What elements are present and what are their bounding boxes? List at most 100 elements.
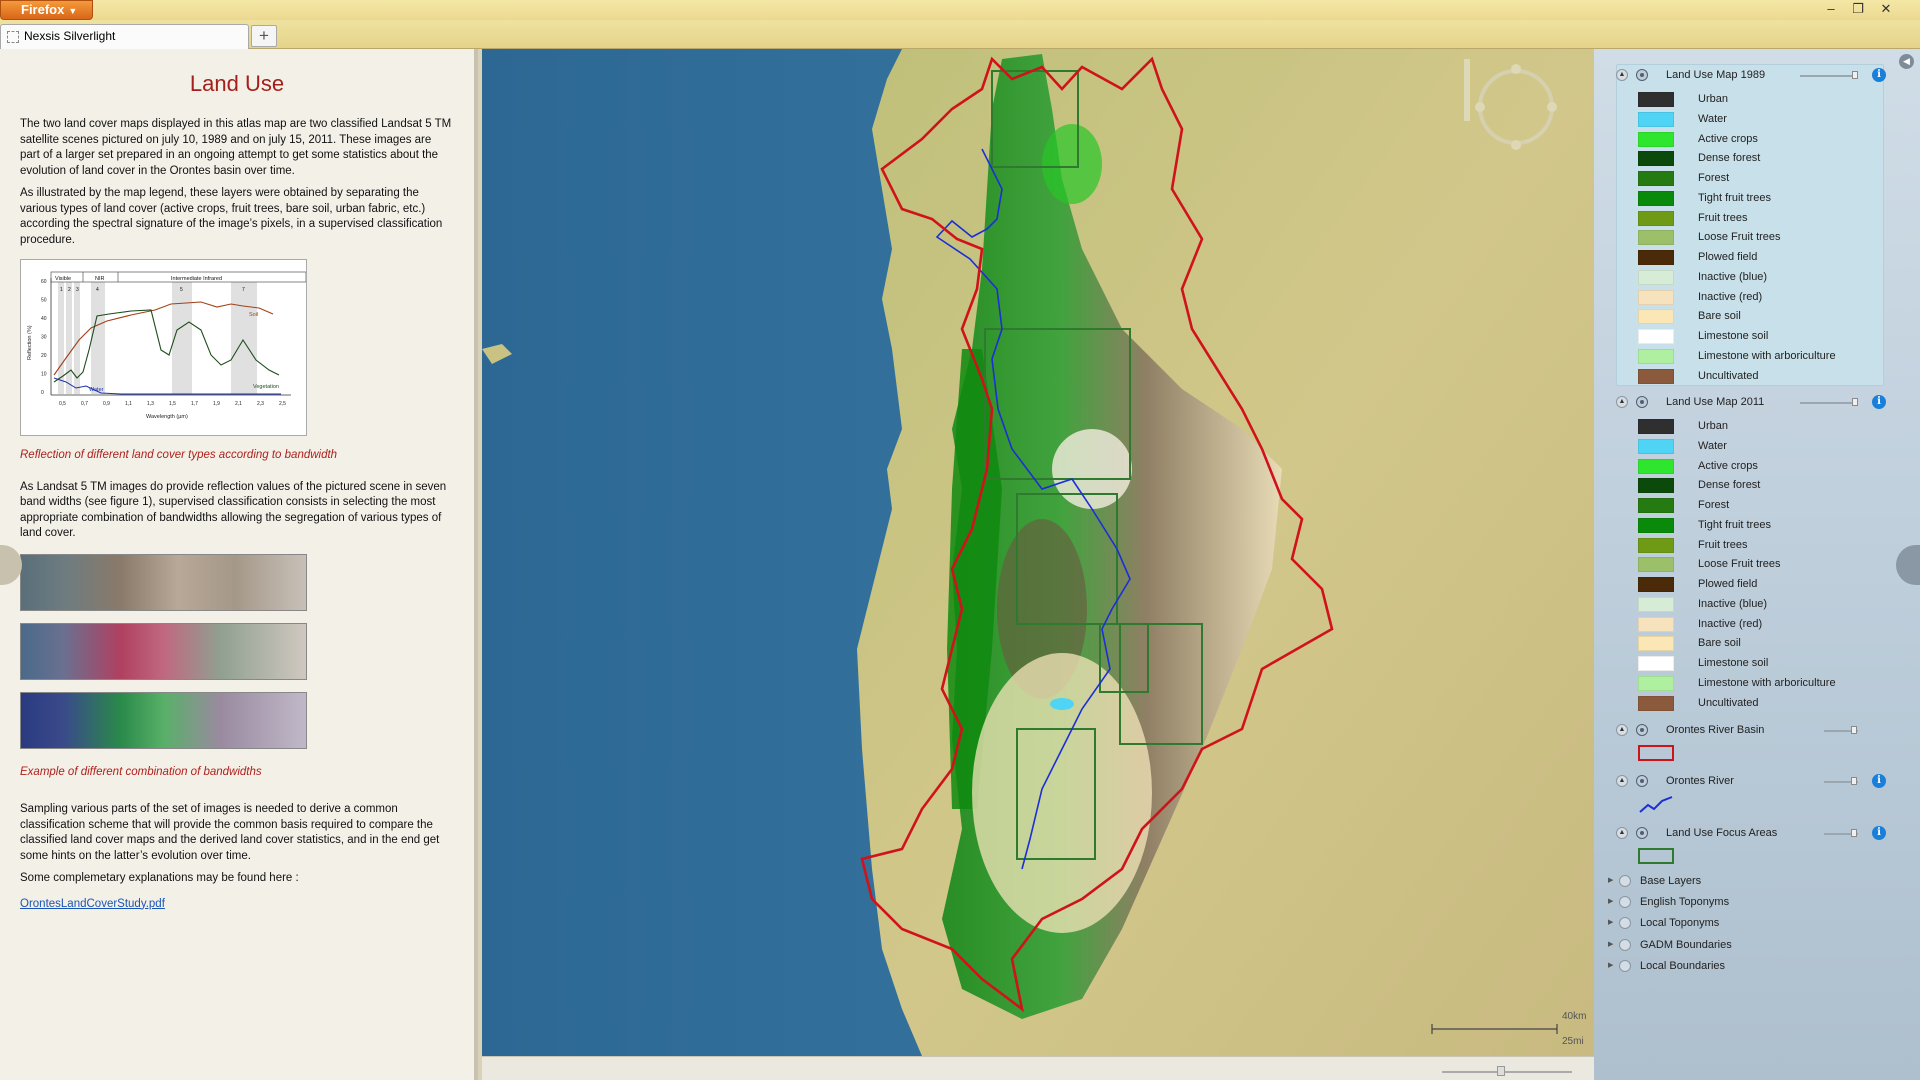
visibility-eye-icon[interactable] — [1635, 827, 1649, 839]
map-view[interactable]: 40km 25mi — [482, 49, 1594, 1056]
legend-swatch — [1638, 289, 1674, 305]
layer-group-label: Base Layers — [1640, 875, 1702, 887]
band-7 — [231, 278, 257, 394]
expand-arrow-icon[interactable]: ▶ — [1608, 876, 1613, 884]
y-tick-label: 50 — [41, 298, 47, 304]
band-number: 4 — [96, 287, 99, 293]
reflectance-chart: Visible NIR Intermediate Infrared 1 2 3 … — [21, 260, 307, 435]
band-number: 5 — [180, 287, 183, 293]
legend-swatch — [1638, 636, 1674, 652]
legend-swatch — [1638, 250, 1674, 265]
minimize-button[interactable]: – — [1818, 0, 1844, 18]
opacity-slider-2011[interactable] — [1800, 402, 1854, 404]
basin-symbol — [1638, 745, 1674, 761]
layer-group-icon — [1619, 896, 1631, 909]
zoom-slider-thumb[interactable] — [1497, 1066, 1505, 1076]
info-icon[interactable]: i — [1872, 395, 1886, 409]
browser-tab[interactable]: Nexsis Silverlight — [0, 24, 249, 49]
restore-button[interactable]: ❐ — [1845, 0, 1871, 18]
legend-label: Plowed field — [1698, 578, 1758, 590]
info-panel: Land Use The two land cover maps display… — [0, 49, 478, 1080]
opacity-slider-knob[interactable] — [1851, 829, 1857, 837]
figure-caption: Example of different combination of band… — [20, 765, 262, 778]
legend-swatch — [1638, 419, 1674, 434]
close-window-button[interactable]: ✕ — [1873, 0, 1899, 18]
legend-panel: ◀ ▲ Land Use Map 1989 i Urban Water Active… — [1594, 49, 1920, 1080]
x-tick-label: 2,5 — [279, 401, 286, 407]
y-axis-label: Reflection (%) — [27, 325, 33, 360]
page-icon — [7, 31, 19, 43]
collapse-icon[interactable]: ▲ — [1616, 69, 1628, 81]
legend-swatch — [1638, 230, 1674, 246]
layer-group-label: Local Boundaries — [1640, 959, 1726, 972]
vegetation-label: Vegetation — [253, 384, 279, 390]
visibility-eye-icon[interactable] — [1635, 69, 1649, 81]
legend-label: Limestone soil — [1698, 330, 1769, 342]
layer-group-icon — [1619, 875, 1631, 887]
legend-swatch — [1638, 537, 1674, 553]
opacity-slider-knob[interactable] — [1851, 726, 1857, 734]
collapse-icon[interactable]: ▲ — [1616, 396, 1628, 408]
info-icon[interactable]: i — [1872, 68, 1886, 82]
collapse-icon[interactable]: ▲ — [1616, 775, 1628, 787]
collapse-icon[interactable]: ▲ — [1616, 827, 1628, 839]
band-combination-image-2 — [20, 622, 307, 680]
legend-label: Uncultivated — [1698, 696, 1759, 709]
x-tick-label: 1,5 — [169, 401, 176, 407]
paragraph: Some complemetary explanations may be fo… — [20, 872, 299, 884]
info-icon[interactable]: i — [1872, 774, 1886, 788]
page-title: Land Use — [189, 71, 285, 96]
legend-label: Dense forest — [1698, 479, 1761, 492]
layer-group-icon — [1619, 917, 1631, 930]
zoom-slider-track[interactable] — [1442, 1071, 1572, 1073]
opacity-slider-knob[interactable] — [1852, 398, 1858, 406]
map-statusbar — [482, 1056, 1594, 1080]
bare-soil-area — [972, 653, 1152, 933]
band-combination-image-1 — [20, 553, 307, 611]
visibility-eye-icon[interactable] — [1635, 396, 1649, 408]
map-canvas[interactable]: 40km 25mi — [482, 49, 1594, 1056]
x-tick-label: 1,3 — [147, 401, 154, 407]
expand-arrow-icon[interactable]: ▶ — [1608, 897, 1613, 905]
legend-label: Fruit trees — [1698, 211, 1748, 224]
expand-arrow-icon[interactable]: ▶ — [1608, 918, 1613, 926]
legend-swatch — [1638, 309, 1674, 325]
layer-title-river: Orontes River — [1666, 775, 1734, 787]
legend-swatch — [1638, 210, 1674, 226]
visibility-eye-icon[interactable] — [1635, 724, 1649, 736]
scale-km-label: 40km — [1562, 1011, 1586, 1022]
legend-label: Inactive (red) — [1698, 290, 1763, 303]
legend-label: Bare soil — [1698, 637, 1741, 650]
expand-arrow-icon[interactable]: ▶ — [1608, 940, 1613, 948]
x-tick-label: 0,7 — [81, 401, 88, 407]
band-1 — [58, 278, 64, 394]
close-panel-button[interactable]: ◀ — [1899, 54, 1914, 69]
opacity-slider-1989[interactable] — [1800, 75, 1854, 77]
layer-group-label: English Toponyms — [1640, 896, 1730, 909]
legend-swatch — [1638, 616, 1674, 632]
pdf-link[interactable]: OrontesLandCoverStudy.pdf — [20, 898, 165, 910]
expand-arrow-icon[interactable]: ▶ — [1608, 961, 1613, 969]
legend-swatch — [1638, 438, 1674, 454]
visibility-eye-icon[interactable] — [1635, 775, 1649, 787]
figure-caption: Reflection of different land cover types… — [20, 449, 338, 461]
y-tick-label: 20 — [41, 353, 47, 359]
opacity-slider-knob[interactable] — [1852, 71, 1858, 79]
legend-swatch — [1638, 695, 1674, 711]
legend-label: Tight fruit trees — [1698, 518, 1771, 531]
legend-label: Inactive (blue) — [1698, 270, 1768, 283]
opacity-slider-knob[interactable] — [1851, 777, 1857, 785]
collapse-icon[interactable]: ▲ — [1616, 724, 1628, 736]
band-number: 1 — [60, 287, 63, 293]
firefox-menu-button[interactable]: Firefox ▼ — [0, 0, 93, 20]
legend-label: Plowed field — [1698, 251, 1758, 263]
browser-titlebar: Firefox ▼ – ❐ ✕ — [0, 0, 1920, 20]
legend-label: Water — [1698, 112, 1727, 125]
legend-label: Forest — [1698, 499, 1730, 511]
paragraph: As Landsat 5 TM images do provide reflec… — [20, 480, 447, 540]
y-tick-label: 40 — [41, 316, 47, 322]
legend-label: Loose Fruit trees — [1698, 558, 1781, 571]
info-icon[interactable]: i — [1872, 826, 1886, 840]
legend-label: Active crops — [1698, 459, 1758, 472]
new-tab-button[interactable]: + — [251, 25, 277, 47]
